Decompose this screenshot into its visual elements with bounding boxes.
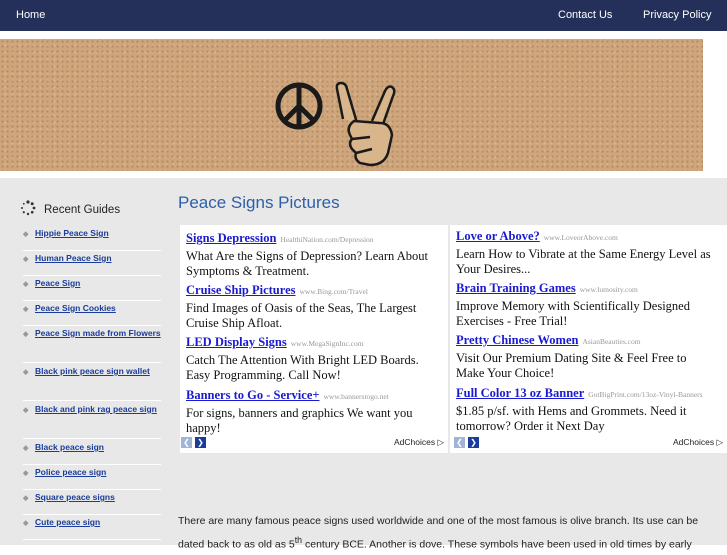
sidebar-guide-link[interactable]: Square peace signs bbox=[35, 492, 115, 502]
header-banner bbox=[0, 39, 703, 171]
victory-hand-icon bbox=[335, 81, 396, 167]
sidebar-guide-link[interactable]: Peace Sign made from Flowers bbox=[35, 328, 161, 338]
ad-description: Visit Our Premium Dating Site & Feel Fre… bbox=[456, 351, 687, 380]
text-ad: Banners to Go - Service+ www.bannerstogo.… bbox=[186, 386, 444, 436]
recent-guides-heading: Recent Guides bbox=[20, 200, 120, 219]
ad-description: For signs, banners and graphics We want … bbox=[186, 406, 413, 435]
sidebar-guide-link[interactable]: Black peace sign bbox=[35, 442, 104, 452]
nav-contact-link[interactable]: Contact Us bbox=[558, 9, 612, 21]
text-ad: Brain Training Games www.lumosity.com Impr… bbox=[456, 279, 714, 329]
ad-description: What Are the Signs of Depression? Learn … bbox=[186, 249, 428, 278]
ad-title-link[interactable]: Signs Depression bbox=[186, 231, 276, 245]
ad-title-link[interactable]: Brain Training Games bbox=[456, 281, 576, 295]
nav-home-link[interactable]: Home bbox=[16, 9, 45, 21]
sidebar-guide-item: ◆ Square peace signs bbox=[23, 492, 161, 515]
bullet-icon: ◆ bbox=[23, 445, 29, 452]
ad-next-button[interactable]: ❯ bbox=[468, 437, 479, 448]
bullet-icon: ◆ bbox=[23, 369, 29, 376]
sidebar-guide-item: ◆ Hippie Peace Sign bbox=[23, 228, 161, 251]
ad-title-link[interactable]: Banners to Go - Service+ bbox=[186, 388, 320, 402]
adchoices-link[interactable]: AdChoices ▷ bbox=[673, 437, 723, 448]
bullet-icon: ◆ bbox=[23, 495, 29, 502]
sidebar-guide-item: ◆ Black pink peace sign wallet bbox=[23, 366, 161, 401]
ad-description: Catch The Attention With Bright LED Boar… bbox=[186, 353, 419, 382]
text-ad: Cruise Ship Pictures www.Bing.com/Travel F… bbox=[186, 281, 444, 331]
ad-url[interactable]: AsianBeauties.com bbox=[582, 337, 640, 346]
text-ad: Pretty Chinese Women AsianBeauties.com Vis… bbox=[456, 331, 714, 381]
ad-title-link[interactable]: Full Color 13 oz Banner bbox=[456, 386, 584, 400]
peace-hand-illustration bbox=[275, 81, 396, 167]
sidebar-guide-item: ◆ Police peace sign bbox=[23, 467, 161, 490]
bullet-icon: ◆ bbox=[23, 256, 29, 263]
bullet-icon: ◆ bbox=[23, 281, 29, 288]
spinner-icon bbox=[20, 200, 36, 219]
sidebar-guide-link[interactable]: Police peace sign bbox=[35, 467, 106, 477]
bullet-icon: ◆ bbox=[23, 306, 29, 313]
sidebar-guide-item: ◆ Peace Sign made from Flowers bbox=[23, 328, 161, 363]
text-ad: Love or Above? www.LoveorAbove.com Learn H… bbox=[456, 227, 714, 277]
article-text: There are many famous peace signs used w… bbox=[178, 515, 699, 551]
ad-url[interactable]: www.Bing.com/Travel bbox=[300, 287, 368, 296]
ad-description: Find Images of Oasis of the Seas, The La… bbox=[186, 301, 417, 330]
sidebar-guide-link[interactable]: Cute peace sign bbox=[35, 517, 100, 527]
text-ad: Signs Depression HealthiNation.com/Depres… bbox=[186, 229, 444, 279]
ad-block-right: Love or Above? www.LoveorAbove.com Learn H… bbox=[450, 225, 727, 453]
ad-url[interactable]: HealthiNation.com/Depression bbox=[280, 235, 373, 244]
sidebar-guide-item: ◆ Black and pink rag peace sign bbox=[23, 404, 161, 439]
sidebar-guide-link[interactable]: Human Peace Sign bbox=[35, 253, 112, 263]
ad-prev-button[interactable]: ❮ bbox=[454, 437, 465, 448]
page-title: Peace Signs Pictures bbox=[178, 193, 340, 212]
ad-url[interactable]: www.MegaSignInc.com bbox=[291, 339, 364, 348]
bullet-icon: ◆ bbox=[23, 520, 29, 527]
ad-title-link[interactable]: Cruise Ship Pictures bbox=[186, 283, 296, 297]
text-ad: Full Color 13 oz Banner GotBigPrint.com/1… bbox=[456, 384, 714, 434]
bullet-icon: ◆ bbox=[23, 470, 29, 477]
bullet-icon: ◆ bbox=[23, 407, 29, 414]
ad-prev-button[interactable]: ❮ bbox=[181, 437, 192, 448]
sidebar-guide-item: ◆ Black peace sign bbox=[23, 442, 161, 465]
ad-url[interactable]: www.bannerstogo.net bbox=[324, 392, 389, 401]
ad-description: Improve Memory with Scientifically Desig… bbox=[456, 299, 690, 328]
ad-url[interactable]: GotBigPrint.com/13oz-Vinyl-Banners bbox=[588, 390, 702, 399]
sidebar-guide-link[interactable]: Hippie Peace Sign bbox=[35, 228, 109, 238]
bullet-icon: ◆ bbox=[23, 231, 29, 238]
top-nav-bar: Home Contact Us Privacy Policy bbox=[0, 0, 727, 31]
ad-url[interactable]: www.LoveorAbove.com bbox=[544, 233, 618, 242]
sidebar-guide-link[interactable]: Peace Sign bbox=[35, 278, 80, 288]
sidebar-guide-item: ◆ Peace Sign Cookies bbox=[23, 303, 161, 326]
sidebar-guide-link[interactable]: Black pink peace sign wallet bbox=[35, 366, 150, 376]
sidebar-guide-item: ◆ Peace Sign bbox=[23, 278, 161, 301]
ad-title-link[interactable]: LED Display Signs bbox=[186, 335, 287, 349]
sidebar-guide-link[interactable]: Peace Sign Cookies bbox=[35, 303, 116, 313]
ad-title-link[interactable]: Pretty Chinese Women bbox=[456, 333, 578, 347]
ad-pager: ❮ ❯ bbox=[454, 437, 479, 448]
nav-privacy-link[interactable]: Privacy Policy bbox=[643, 9, 711, 21]
ad-block-left: Signs Depression HealthiNation.com/Depres… bbox=[180, 225, 448, 453]
ad-description: $1.85 p/sf. with Hems and Grommets. Need… bbox=[456, 404, 687, 433]
sidebar-guide-link[interactable]: Black and pink rag peace sign bbox=[35, 404, 157, 414]
ad-title-link[interactable]: Love or Above? bbox=[456, 229, 540, 243]
ad-url[interactable]: www.lumosity.com bbox=[580, 285, 638, 294]
ad-description: Learn How to Vibrate at the Same Energy … bbox=[456, 247, 711, 276]
text-ad: LED Display Signs www.MegaSignInc.com Catc… bbox=[186, 333, 444, 383]
adchoices-link[interactable]: AdChoices ▷ bbox=[394, 437, 444, 448]
ad-pager: ❮ ❯ bbox=[181, 437, 206, 448]
sidebar-guide-item: ◆ Human Peace Sign bbox=[23, 253, 161, 276]
ad-next-button[interactable]: ❯ bbox=[195, 437, 206, 448]
bullet-icon: ◆ bbox=[23, 331, 29, 338]
sidebar-guide-item: ◆ Cute peace sign bbox=[23, 517, 161, 540]
